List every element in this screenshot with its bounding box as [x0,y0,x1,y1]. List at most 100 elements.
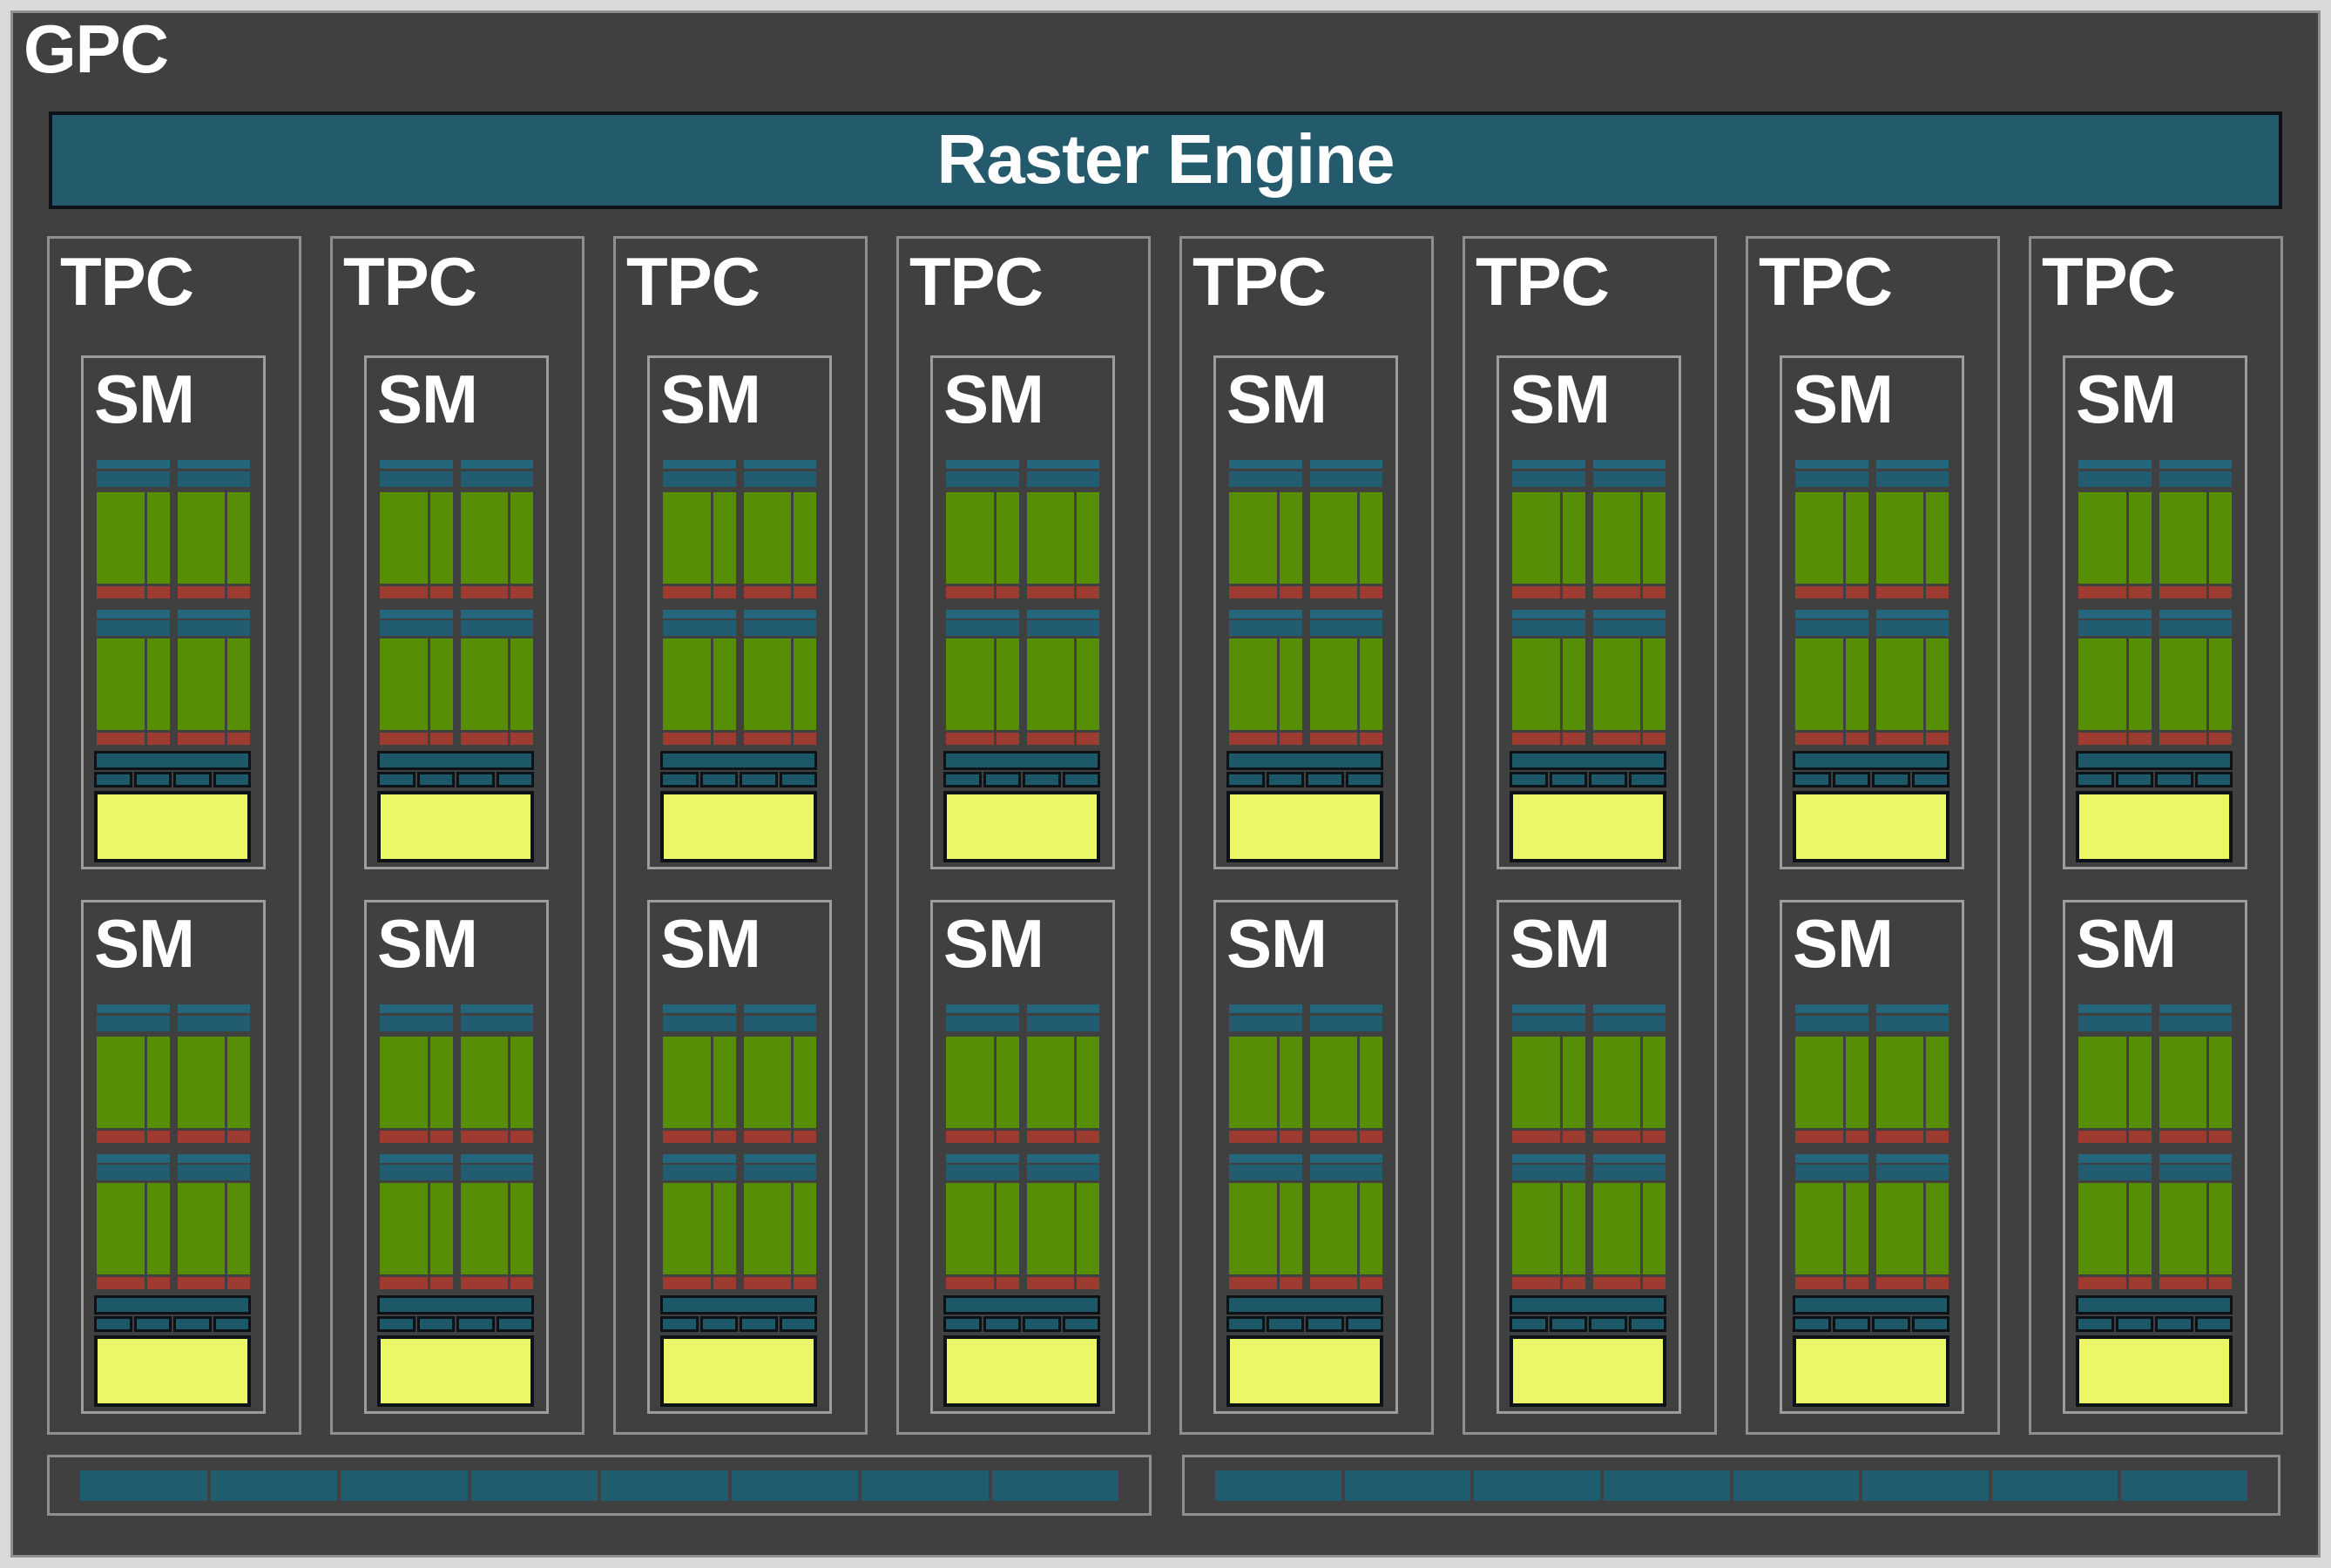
ldst-bar-wide [178,586,226,598]
tex-unit-row [377,1316,534,1332]
ldst-row [1310,1277,1382,1289]
ldst-bar-narrow [2209,1131,2232,1143]
tex-unit-cell [943,1316,982,1332]
cuda-core-block-wide [946,492,994,584]
ldst-bar-wide [946,586,994,598]
sm-box: SM [364,900,549,1414]
tex-unit-cell [213,772,251,787]
scheduler-strip [1593,1004,1665,1013]
rop-bar-right [1182,1455,2280,1516]
ldst-bar-wide [1593,733,1641,745]
cuda-core-block-wide [946,1183,994,1274]
scheduler-strip [1795,1004,1868,1013]
ldst-bar-wide [461,733,509,745]
ldst-bar-narrow [147,1131,170,1143]
scheduler-strip [946,460,1019,469]
ldst-bar-wide [97,1277,145,1289]
raster-engine-label: Raster Engine [936,120,1395,198]
cuda-core-block-narrow [997,1037,1019,1128]
scheduler-strip [461,1154,533,1163]
scheduler-strip [1593,610,1665,618]
cuda-core-grid [2078,492,2152,584]
tex-unit-cell [2155,772,2193,787]
scheduler-strip [1593,460,1665,469]
rt-core-block [1510,791,1666,862]
ldst-row [1229,1277,1302,1289]
ldst-bar-narrow [2129,586,2152,598]
scheduler-strip [2159,1004,2232,1013]
scheduler-strip [744,1154,816,1163]
dispatch-strip [1593,1165,1665,1180]
tex-unit-row [2076,1316,2233,1332]
scheduler-strip [1310,610,1382,618]
cuda-core-block-narrow [1846,1183,1868,1274]
tpc-row: TPC SM SM TPC SM SM TPC SM SM TPC SM SM … [47,236,2283,1435]
sm-slot: SM [930,355,1115,869]
dispatch-strip [946,620,1019,636]
cuda-core-grid [1593,492,1665,584]
cuda-core-block-wide [1876,1037,1924,1128]
bus-segment [1991,1470,2118,1501]
ldst-bar-narrow [2209,586,2232,598]
dispatch-strip [1876,1165,1949,1180]
bus-segment [210,1470,337,1501]
scheduler-strip [1310,460,1382,469]
cuda-core-grid [946,1037,1019,1128]
cuda-core-grid [1795,492,1868,584]
dispatch-strip [1229,620,1302,636]
l1-cache-bar [94,1295,251,1315]
cuda-core-grid [1512,492,1585,584]
ldst-bar-wide [1593,586,1641,598]
ldst-row [1512,733,1585,745]
sm-slot: SM [2063,900,2247,1414]
cuda-core-block-wide [461,1183,509,1274]
ldst-row [663,1131,736,1143]
cuda-core-block-narrow [1926,1037,1949,1128]
ldst-row [946,733,1019,745]
cuda-core-grid [2159,1183,2232,1274]
ldst-bar-wide [1795,1131,1843,1143]
ldst-row [1310,1131,1382,1143]
cuda-core-block-wide [2078,639,2126,730]
cuda-core-block-narrow [997,639,1019,730]
scheduler-strip [744,610,816,618]
ldst-bar-wide [2159,586,2207,598]
scheduler-strip [1229,1154,1302,1163]
ldst-bar-narrow [147,586,170,598]
ldst-row [178,586,250,598]
ldst-bar-wide [97,586,145,598]
cuda-core-block-narrow [2129,639,2152,730]
cuda-core-grid [1512,1037,1585,1128]
dispatch-strip [2159,620,2232,636]
tex-unit-cell [1911,772,1949,787]
tex-unit-cell [416,772,455,787]
ldst-bar-narrow [510,1277,533,1289]
ldst-bar-narrow [227,586,250,598]
ldst-bar-narrow [1077,1277,1099,1289]
ldst-bar-wide [97,1131,145,1143]
tex-unit-cell [1023,1316,1061,1332]
dispatch-strip [1512,471,1585,487]
cuda-core-block-wide [946,1037,994,1128]
raster-engine-bar: Raster Engine [49,112,2282,209]
dispatch-strip [1876,471,1949,487]
dispatch-strip [1593,620,1665,636]
sm-slot: SM [1780,355,1964,869]
tex-unit-cell [377,1316,416,1332]
ldst-row [2159,1131,2232,1143]
scheduler-strip [178,610,250,618]
cuda-core-grid [97,1037,170,1128]
ldst-bar-narrow [1926,1277,1949,1289]
bus-segment [731,1470,858,1501]
cuda-core-block-narrow [1360,1183,1382,1274]
ldst-bar-narrow [1846,586,1868,598]
bus-segment [601,1470,728,1501]
ldst-bar-narrow [147,1277,170,1289]
tex-unit-row [943,772,1100,787]
tex-unit-cell [1226,772,1265,787]
sm-box: SM [1780,355,1964,869]
ldst-bar-narrow [713,1131,736,1143]
cuda-core-grid [1229,1183,1302,1274]
diagram-canvas: { "gpc": { "label": "GPC" }, "raster_eng… [0,0,2331,1568]
scheduler-strip [2078,1154,2152,1163]
